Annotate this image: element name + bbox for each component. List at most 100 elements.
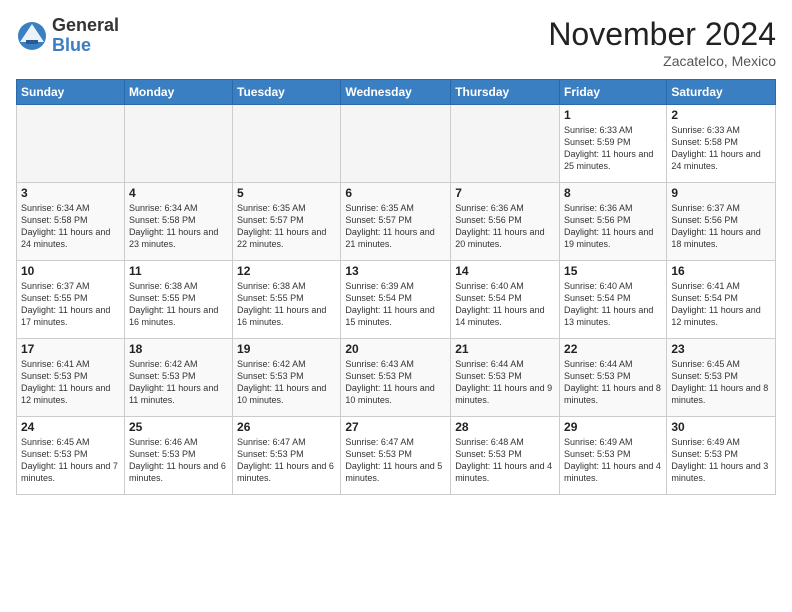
day-cell: 8 Sunrise: 6:36 AM Sunset: 5:56 PM Daylig… — [560, 183, 667, 261]
col-wednesday: Wednesday — [341, 80, 451, 105]
week-row-1: 1 Sunrise: 6:33 AM Sunset: 5:59 PM Daylig… — [17, 105, 776, 183]
day-number: 6 — [345, 186, 446, 200]
logo-text: General Blue — [52, 16, 119, 56]
day-cell: 4Sunrise: 6:34 AM Sunset: 5:58 PM Daylig… — [124, 183, 232, 261]
day-info: Sunrise: 6:41 AM Sunset: 5:54 PM Dayligh… — [671, 280, 771, 329]
logo: General Blue — [16, 16, 119, 56]
day-cell — [341, 105, 451, 183]
day-info: Sunrise: 6:33 AM Sunset: 5:59 PM Dayligh… — [564, 124, 662, 173]
day-cell: 27Sunrise: 6:47 AM Sunset: 5:53 PM Dayli… — [341, 417, 451, 495]
day-info: Sunrise: 6:37 AM Sunset: 5:56 PM Dayligh… — [671, 202, 771, 251]
week-row-4: 17 Sunrise: 6:41 AM Sunset: 5:53 PM Dayli… — [17, 339, 776, 417]
day-info: Sunrise: 6:43 AM Sunset: 5:53 PM Dayligh… — [345, 358, 446, 407]
day-info: Sunrise: 6:45 AM Sunset: 5:53 PM Dayligh… — [671, 358, 771, 407]
day-info: Sunrise: 6:40 AM Sunset: 5:54 PM Dayligh… — [455, 280, 555, 329]
day-info: Sunrise: 6:49 AM Sunset: 5:53 PM Dayligh… — [564, 436, 662, 485]
day-info: Sunrise: 6:41 AM Sunset: 5:53 PM Dayligh… — [21, 358, 120, 407]
day-info: Sunrise: 6:37 AM Sunset: 5:55 PM Dayligh… — [21, 280, 120, 329]
day-cell: 28 Sunrise: 6:48 AM Sunset: 5:53 PM Dayli… — [451, 417, 560, 495]
day-cell: 19 Sunrise: 6:42 AM Sunset: 5:53 PM Dayli… — [233, 339, 341, 417]
day-cell — [233, 105, 341, 183]
day-number: 11 — [129, 264, 228, 278]
day-info: Sunrise: 6:42 AM Sunset: 5:53 PM Dayligh… — [237, 358, 336, 407]
day-number: 9 — [671, 186, 771, 200]
calendar-page: General Blue November 2024 Zacatelco, Me… — [0, 0, 792, 612]
day-info: Sunrise: 6:40 AM Sunset: 5:54 PM Dayligh… — [564, 280, 662, 329]
day-cell: 10 Sunrise: 6:37 AM Sunset: 5:55 PM Dayli… — [17, 261, 125, 339]
day-cell: 25Sunrise: 6:46 AM Sunset: 5:53 PM Dayli… — [124, 417, 232, 495]
day-number: 13 — [345, 264, 446, 278]
day-number: 17 — [21, 342, 120, 356]
day-cell: 13 Sunrise: 6:39 AM Sunset: 5:54 PM Dayli… — [341, 261, 451, 339]
day-number: 5 — [237, 186, 336, 200]
day-cell: 1 Sunrise: 6:33 AM Sunset: 5:59 PM Daylig… — [560, 105, 667, 183]
day-cell: 5 Sunrise: 6:35 AM Sunset: 5:57 PM Daylig… — [233, 183, 341, 261]
day-info: Sunrise: 6:38 AM Sunset: 5:55 PM Dayligh… — [237, 280, 336, 329]
day-number: 24 — [21, 420, 120, 434]
col-tuesday: Tuesday — [233, 80, 341, 105]
day-number: 15 — [564, 264, 662, 278]
day-number: 26 — [237, 420, 336, 434]
day-number: 14 — [455, 264, 555, 278]
day-info: Sunrise: 6:39 AM Sunset: 5:54 PM Dayligh… — [345, 280, 446, 329]
day-info: Sunrise: 6:42 AM Sunset: 5:53 PM Dayligh… — [129, 358, 228, 407]
day-cell: 7Sunrise: 6:36 AM Sunset: 5:56 PM Daylig… — [451, 183, 560, 261]
calendar-header: Sunday Monday Tuesday Wednesday Thursday… — [17, 80, 776, 105]
day-cell: 24 Sunrise: 6:45 AM Sunset: 5:53 PM Dayli… — [17, 417, 125, 495]
day-cell: 3 Sunrise: 6:34 AM Sunset: 5:58 PM Daylig… — [17, 183, 125, 261]
day-number: 2 — [671, 108, 771, 122]
week-row-2: 3 Sunrise: 6:34 AM Sunset: 5:58 PM Daylig… — [17, 183, 776, 261]
day-info: Sunrise: 6:47 AM Sunset: 5:53 PM Dayligh… — [345, 436, 446, 485]
day-info: Sunrise: 6:38 AM Sunset: 5:55 PM Dayligh… — [129, 280, 228, 329]
calendar-body: 1 Sunrise: 6:33 AM Sunset: 5:59 PM Daylig… — [17, 105, 776, 495]
day-info: Sunrise: 6:34 AM Sunset: 5:58 PM Dayligh… — [129, 202, 228, 251]
day-info: Sunrise: 6:33 AM Sunset: 5:58 PM Dayligh… — [671, 124, 771, 173]
day-number: 3 — [21, 186, 120, 200]
day-info: Sunrise: 6:44 AM Sunset: 5:53 PM Dayligh… — [564, 358, 662, 407]
month-title: November 2024 — [548, 16, 776, 53]
col-monday: Monday — [124, 80, 232, 105]
day-number: 25 — [129, 420, 228, 434]
day-number: 10 — [21, 264, 120, 278]
day-cell: 15 Sunrise: 6:40 AM Sunset: 5:54 PM Dayli… — [560, 261, 667, 339]
day-cell: 23 Sunrise: 6:45 AM Sunset: 5:53 PM Dayli… — [667, 339, 776, 417]
day-cell: 11 Sunrise: 6:38 AM Sunset: 5:55 PM Dayli… — [124, 261, 232, 339]
day-number: 22 — [564, 342, 662, 356]
day-number: 1 — [564, 108, 662, 122]
day-info: Sunrise: 6:47 AM Sunset: 5:53 PM Dayligh… — [237, 436, 336, 485]
title-block: November 2024 Zacatelco, Mexico — [548, 16, 776, 69]
day-info: Sunrise: 6:35 AM Sunset: 5:57 PM Dayligh… — [237, 202, 336, 251]
day-cell — [451, 105, 560, 183]
day-number: 20 — [345, 342, 446, 356]
day-number: 21 — [455, 342, 555, 356]
day-cell: 14 Sunrise: 6:40 AM Sunset: 5:54 PM Dayli… — [451, 261, 560, 339]
day-number: 19 — [237, 342, 336, 356]
day-cell: 2 Sunrise: 6:33 AM Sunset: 5:58 PM Daylig… — [667, 105, 776, 183]
day-cell: 17 Sunrise: 6:41 AM Sunset: 5:53 PM Dayli… — [17, 339, 125, 417]
day-number: 30 — [671, 420, 771, 434]
day-info: Sunrise: 6:34 AM Sunset: 5:58 PM Dayligh… — [21, 202, 120, 251]
day-cell: 30Sunrise: 6:49 AM Sunset: 5:53 PM Dayli… — [667, 417, 776, 495]
logo-general: General — [52, 16, 119, 36]
col-thursday: Thursday — [451, 80, 560, 105]
day-number: 16 — [671, 264, 771, 278]
day-info: Sunrise: 6:36 AM Sunset: 5:56 PM Dayligh… — [564, 202, 662, 251]
day-number: 28 — [455, 420, 555, 434]
header: General Blue November 2024 Zacatelco, Me… — [16, 16, 776, 69]
day-cell: 12 Sunrise: 6:38 AM Sunset: 5:55 PM Dayli… — [233, 261, 341, 339]
day-number: 23 — [671, 342, 771, 356]
col-sunday: Sunday — [17, 80, 125, 105]
logo-blue: Blue — [52, 36, 119, 56]
day-cell: 29Sunrise: 6:49 AM Sunset: 5:53 PM Dayli… — [560, 417, 667, 495]
day-number: 8 — [564, 186, 662, 200]
col-friday: Friday — [560, 80, 667, 105]
day-info: Sunrise: 6:45 AM Sunset: 5:53 PM Dayligh… — [21, 436, 120, 485]
day-cell: 18Sunrise: 6:42 AM Sunset: 5:53 PM Dayli… — [124, 339, 232, 417]
day-cell — [124, 105, 232, 183]
day-info: Sunrise: 6:48 AM Sunset: 5:53 PM Dayligh… — [455, 436, 555, 485]
day-info: Sunrise: 6:44 AM Sunset: 5:53 PM Dayligh… — [455, 358, 555, 407]
calendar-table: Sunday Monday Tuesday Wednesday Thursday… — [16, 79, 776, 495]
day-cell: 20 Sunrise: 6:43 AM Sunset: 5:53 PM Dayli… — [341, 339, 451, 417]
day-cell: 6Sunrise: 6:35 AM Sunset: 5:57 PM Daylig… — [341, 183, 451, 261]
day-number: 12 — [237, 264, 336, 278]
